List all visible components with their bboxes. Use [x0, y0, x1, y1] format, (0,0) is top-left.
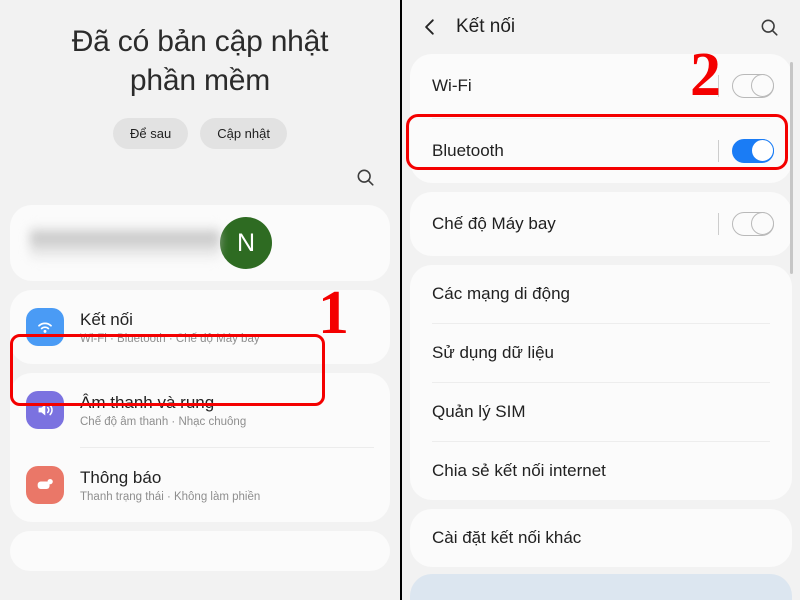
scrollbar[interactable] — [790, 62, 793, 274]
right-phone-screen: Kết nối Wi-Fi Bluetooth Chế độ Máy bay C… — [402, 0, 800, 600]
search-icon[interactable] — [759, 17, 780, 38]
sidebar-item-subtitle: Wi-Fi · Bluetooth · Chế độ Máy bay — [80, 332, 260, 345]
sidebar-item-subtitle: Thanh trạng thái · Không làm phiền — [80, 490, 261, 503]
list-item-quan-ly-sim[interactable]: Quản lý SIM — [410, 383, 792, 441]
toggle-knob — [751, 138, 774, 162]
sound-notification-card: Âm thanh và rung Chế độ âm thanh · Nhạc … — [10, 373, 390, 522]
page-title: Kết nối — [456, 16, 516, 37]
speaker-icon — [26, 391, 64, 429]
thong-bao-texts: Thông báo Thanh trạng thái · Không làm p… — [80, 468, 260, 503]
bluetooth-toggle-switch[interactable] — [732, 138, 774, 163]
avatar[interactable]: N — [220, 217, 272, 269]
wifi-icon — [26, 308, 64, 346]
later-button[interactable]: Để sau — [113, 118, 189, 149]
list-item-cai-dat-ket-noi-khac[interactable]: Cài đặt kết nối khác — [410, 509, 792, 567]
toggle-knob — [751, 211, 774, 235]
account-row[interactable]: N — [10, 205, 390, 281]
toggle-knob — [751, 73, 774, 97]
connections-card: Kết nối Wi-Fi · Bluetooth · Chế độ Máy b… — [10, 290, 390, 364]
update-actions: Để sau Cập nhật — [26, 118, 374, 149]
toggle-row-wifi[interactable]: Wi-Fi — [410, 54, 792, 118]
list-item-su-dung-du-lieu[interactable]: Sử dụng dữ liệu — [410, 324, 792, 382]
sidebar-item-ket-noi[interactable]: Kết nối Wi-Fi · Bluetooth · Chế độ Máy b… — [10, 290, 390, 364]
list-item-chia-se-ket-noi-internet[interactable]: Chia sẻ kết nối internet — [410, 442, 792, 500]
toggle-separator — [718, 75, 719, 97]
update-title-line-1: Đã có bản cập nhật — [71, 25, 329, 58]
list-item-cac-mang-di-dong[interactable]: Các mạng di động — [410, 265, 792, 323]
software-update-notice: Đã có bản cập nhật phần mềm Để sau Cập n… — [0, 0, 400, 149]
right-header: Kết nối — [402, 0, 800, 54]
next-card-partial — [10, 531, 390, 571]
toggle-label: Chế độ Máy bay — [432, 214, 556, 233]
update-title-line-2: phần mềm — [129, 64, 271, 97]
update-button[interactable]: Cập nhật — [200, 118, 287, 149]
sidebar-item-title: Kết nối — [80, 309, 133, 329]
account-name-redacted — [30, 226, 220, 260]
am-thanh-texts: Âm thanh và rung Chế độ âm thanh · Nhạc … — [80, 393, 246, 428]
bottom-partial-card — [410, 574, 792, 600]
sidebar-item-subtitle: Chế độ âm thanh · Nhạc chuông — [80, 415, 247, 428]
sidebar-item-title: Âm thanh và rung — [80, 392, 215, 412]
airplane-mode-card: Chế độ Máy bay — [410, 192, 792, 256]
toggle-separator — [718, 213, 719, 235]
screenshot-root: Đã có bản cập nhật phần mềm Để sau Cập n… — [0, 0, 800, 600]
toggle-row-bluetooth[interactable]: Bluetooth — [410, 119, 792, 183]
network-links-card: Các mạng di động Sử dụng dữ liệu Quản lý… — [410, 265, 792, 500]
left-phone-screen: Đã có bản cập nhật phần mềm Để sau Cập n… — [0, 0, 400, 600]
notification-icon — [26, 466, 64, 504]
back-chevron-icon[interactable] — [418, 15, 442, 39]
update-title: Đã có bản cập nhật phần mềm — [26, 22, 374, 100]
wifi-glyph — [38, 322, 52, 333]
search-icon[interactable] — [355, 167, 376, 188]
left-search-row — [0, 149, 400, 205]
notification-glyph — [37, 478, 53, 490]
sidebar-item-am-thanh-va-rung[interactable]: Âm thanh và rung Chế độ âm thanh · Nhạc … — [10, 373, 390, 447]
sidebar-item-title: Thông báo — [80, 467, 162, 487]
wifi-toggle-switch[interactable] — [732, 73, 774, 98]
wifi-bluetooth-card: Wi-Fi Bluetooth — [410, 54, 792, 183]
ket-noi-texts: Kết nối Wi-Fi · Bluetooth · Chế độ Máy b… — [80, 310, 260, 345]
toggle-separator — [718, 140, 719, 162]
toggle-label: Bluetooth — [432, 141, 504, 160]
airplane-mode-toggle-switch[interactable] — [732, 211, 774, 236]
toggle-row-airplane-mode[interactable]: Chế độ Máy bay — [410, 192, 792, 256]
toggle-label: Wi-Fi — [432, 76, 472, 95]
sidebar-item-thong-bao[interactable]: Thông báo Thanh trạng thái · Không làm p… — [10, 448, 390, 522]
account-card: N — [10, 205, 390, 281]
other-settings-card: Cài đặt kết nối khác — [410, 509, 792, 567]
speaker-glyph — [38, 404, 53, 416]
